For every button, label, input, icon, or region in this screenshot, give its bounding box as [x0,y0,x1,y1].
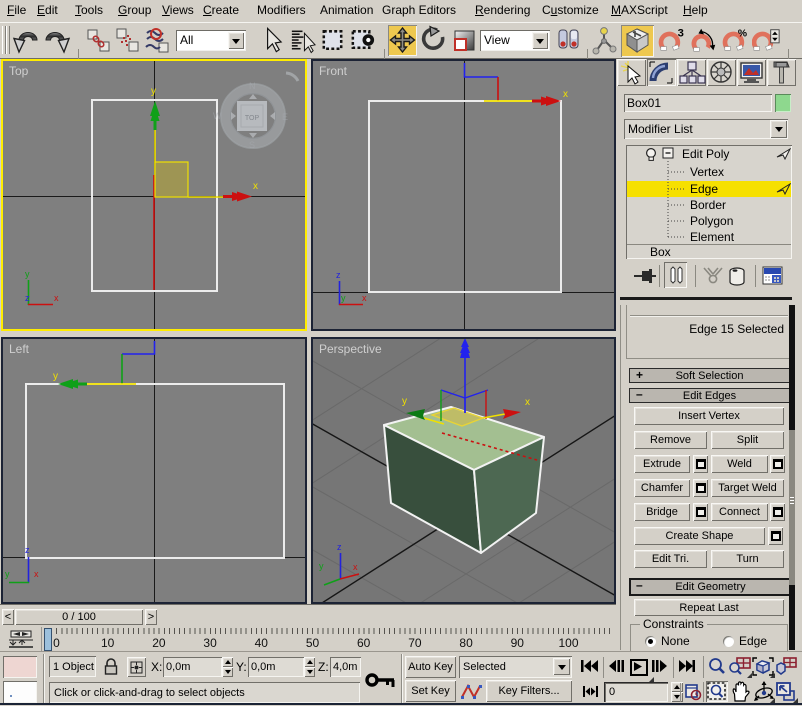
svg-text:y: y [25,269,30,279]
svg-text:x: x [525,397,530,408]
svg-text:S: S [249,140,255,150]
svg-text:y: y [402,396,407,407]
svg-text:z: z [25,293,30,303]
svg-text:z: z [337,542,342,552]
svg-text:x: x [362,293,367,303]
svg-text:3: 3 [678,27,684,39]
svg-text:z: z [336,270,341,280]
svg-text:x: x [353,562,358,572]
svg-text:y: y [319,561,324,571]
svg-text:y: y [341,293,346,303]
svg-text:x: x [253,181,258,192]
svg-text:z: z [25,545,30,555]
svg-text:x: x [54,293,59,303]
svg-text:y: y [53,371,58,382]
svg-text:N: N [249,81,256,91]
svg-text:y: y [151,86,156,97]
svg-text:E: E [282,112,288,122]
svg-text:TOP: TOP [245,115,260,122]
svg-text:%: % [738,28,747,39]
svg-text:x: x [34,569,39,579]
svg-text:W: W [213,111,222,121]
svg-text:y: y [5,569,10,579]
svg-text:x: x [563,89,568,100]
